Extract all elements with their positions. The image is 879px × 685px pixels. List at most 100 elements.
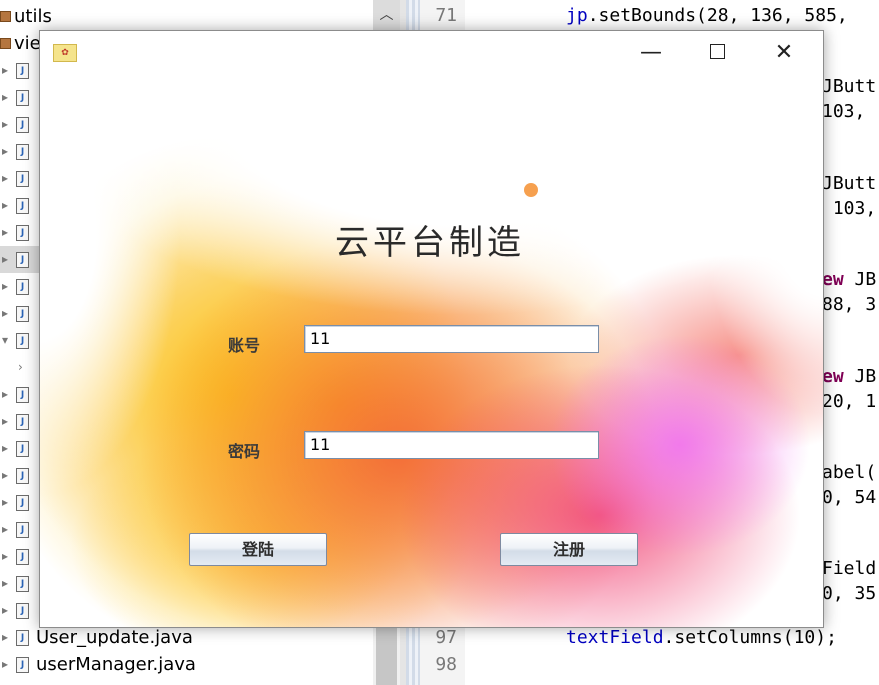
password-label: 密码 <box>227 442 260 461</box>
app-icon: ✿ <box>53 44 77 62</box>
code-line: ew JB <box>822 366 877 387</box>
expand-arrow-icon: ▸ <box>2 468 9 482</box>
tree-item-file-selected[interactable]: ▸ J <box>0 246 40 273</box>
code-line: JButt <box>822 173 877 194</box>
java-file-icon: J <box>16 468 29 484</box>
tree-item-user-update[interactable]: ▸ J User_update.java <box>0 624 370 651</box>
expand-arrow-icon: ▸ <box>2 144 9 158</box>
code-line: 0, 35 <box>822 583 877 604</box>
expand-arrow-icon: ▸ <box>2 63 9 77</box>
tree-item-file[interactable]: ▸ J <box>0 597 40 624</box>
expand-arrow-icon: ▸ <box>2 495 9 509</box>
tree-item-file[interactable]: ▸ J <box>0 462 40 489</box>
tree-item-file[interactable]: ▸ J <box>0 138 40 165</box>
java-file-icon: J <box>16 441 29 457</box>
tree-item-label: User_update.java <box>36 627 193 648</box>
java-file-icon: J <box>16 117 29 133</box>
maximize-button[interactable] <box>684 31 750 75</box>
tree-item-file[interactable]: ▸ J <box>0 489 40 516</box>
java-file-icon: J <box>16 63 29 79</box>
tree-item-file[interactable]: ▸ J <box>0 84 40 111</box>
tree-item-file[interactable]: ▸ J <box>0 516 40 543</box>
code-line: ew JB <box>822 269 877 290</box>
tree-item-file[interactable]: ▸ J <box>0 192 40 219</box>
java-file-icon: J <box>16 387 29 403</box>
minimize-button[interactable]: — <box>618 31 684 75</box>
package-icon <box>0 38 11 49</box>
code-line: 103, <box>822 198 877 219</box>
java-file-icon: J <box>16 603 29 619</box>
close-button[interactable]: ✕ <box>751 31 817 75</box>
account-label: 账号 <box>227 336 260 355</box>
tree-item-user-manager[interactable]: ▸ J userManager.java <box>0 651 370 678</box>
tree-item-file[interactable]: ▸ J <box>0 408 40 435</box>
tree-item-file[interactable]: ▸ J <box>0 435 40 462</box>
tree-item-file[interactable]: ▸ J <box>0 570 40 597</box>
expand-arrow-icon: ▸ <box>2 603 9 617</box>
expand-arrow-icon: ▸ <box>2 279 9 293</box>
java-file-icon: J <box>16 495 29 511</box>
code-line: 20, 1 <box>822 391 877 412</box>
tree-item-file[interactable]: ▸ J <box>0 300 40 327</box>
code-line: abel( <box>822 462 877 483</box>
account-input[interactable]: 11 <box>304 325 599 353</box>
login-panel: 云平台制造 账号 11 密码 11 登陆 注册 <box>40 75 823 627</box>
code-line: 103, <box>822 101 866 122</box>
java-file-icon: J <box>16 252 29 268</box>
java-file-icon: J <box>16 279 29 295</box>
tree-item-label: userManager.java <box>36 654 196 675</box>
java-file-icon: J <box>16 198 29 214</box>
expand-arrow-icon: ▸ <box>2 387 9 401</box>
java-file-icon: J <box>16 90 29 106</box>
java-file-icon: J <box>16 171 29 187</box>
expand-arrow-icon: ▸ <box>2 117 9 131</box>
line-number: 98 <box>435 654 457 675</box>
expand-arrow-icon: ▸ <box>2 576 9 590</box>
collapse-arrow-icon: ▾ <box>2 333 9 347</box>
java-file-icon: J <box>16 576 29 592</box>
package-icon <box>0 11 11 22</box>
expand-arrow-icon: › <box>18 360 23 374</box>
login-button[interactable]: 登陆 <box>189 533 327 566</box>
java-file-icon: J <box>16 306 29 322</box>
expand-arrow-icon: ▸ <box>2 171 9 185</box>
expand-arrow-icon: ▸ <box>2 630 9 644</box>
tree-item-file-expanded[interactable]: ▾ J <box>0 327 40 354</box>
scroll-up-icon[interactable]: ︿ <box>373 0 400 30</box>
maximize-icon <box>709 43 725 59</box>
minimize-icon: — <box>640 40 662 65</box>
code-line: textField.setColumns(10); <box>566 627 837 648</box>
expand-arrow-icon: ▸ <box>2 657 9 671</box>
java-file-icon: J <box>16 333 29 349</box>
title-bar[interactable]: ✿ — ✕ <box>40 31 823 75</box>
tree-item-file[interactable]: ▸ J <box>0 273 40 300</box>
line-number: 71 <box>435 5 457 26</box>
java-file-icon: J <box>16 657 29 673</box>
tree-item-file[interactable]: ▸ J <box>0 381 40 408</box>
page-title: 云平台制造 <box>335 223 525 263</box>
tree-item-child[interactable]: › <box>0 354 40 381</box>
java-file-icon: J <box>16 549 29 565</box>
java-file-icon: J <box>16 630 29 646</box>
line-number: 97 <box>435 627 457 648</box>
register-button[interactable]: 注册 <box>500 533 638 566</box>
tree-item-label: utils <box>14 6 52 27</box>
tree-item-file[interactable]: ▸ J <box>0 543 40 570</box>
expand-arrow-icon: ▸ <box>2 414 9 428</box>
code-line: JButt <box>822 76 877 97</box>
close-icon: ✕ <box>774 40 794 65</box>
password-input[interactable]: 11 <box>304 431 599 459</box>
expand-arrow-icon: ▸ <box>2 252 9 266</box>
tree-item-file[interactable]: ▸ J <box>0 57 40 84</box>
tree-item-file[interactable]: ▸ J <box>0 165 40 192</box>
code-line: Field <box>822 558 877 579</box>
paint-drop <box>524 183 538 197</box>
login-window: ✿ — ✕ 云平台制造 账号 11 密码 11 登陆 注册 <box>39 30 824 628</box>
tree-item-file[interactable]: ▸ J <box>0 111 40 138</box>
expand-arrow-icon: ▸ <box>2 225 9 239</box>
java-file-icon: J <box>16 144 29 160</box>
code-line: 88, 3 <box>822 294 877 315</box>
java-file-icon: J <box>16 522 29 538</box>
java-file-icon: J <box>16 225 29 241</box>
tree-item-file[interactable]: ▸ J <box>0 219 40 246</box>
